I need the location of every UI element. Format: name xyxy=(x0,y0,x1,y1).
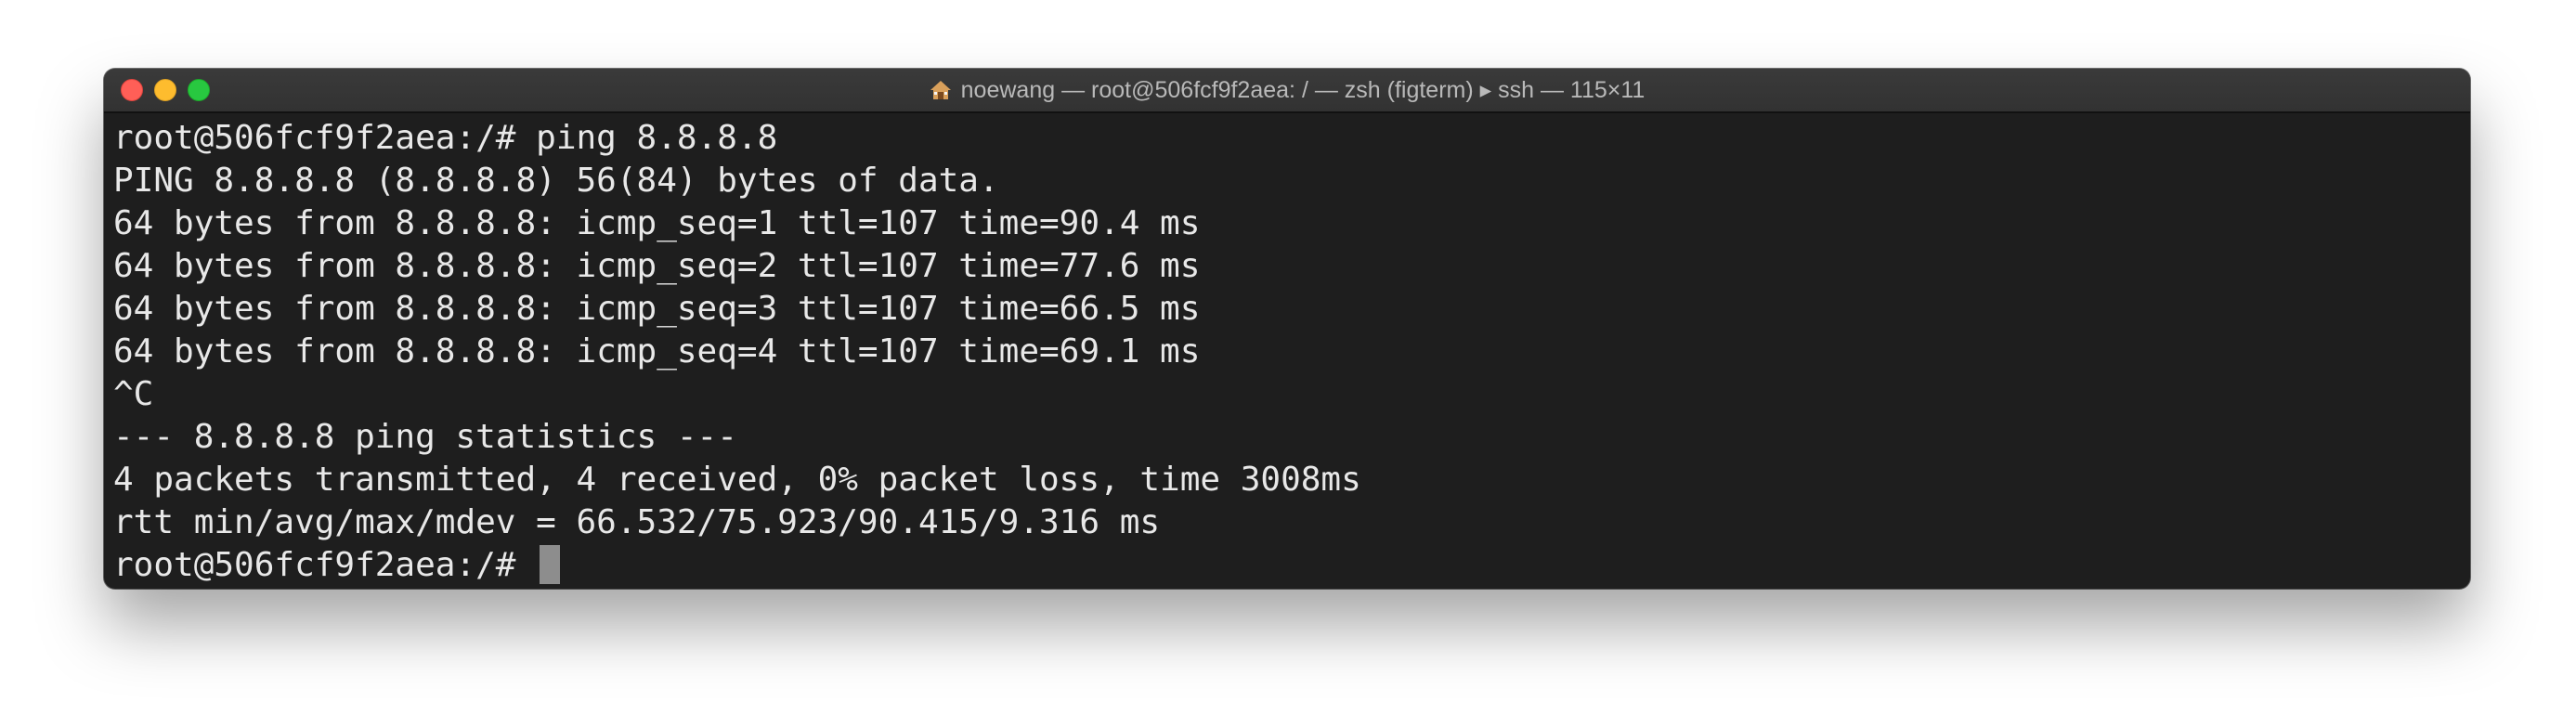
prompt-line[interactable]: root@506fcf9f2aea:/# xyxy=(113,544,2461,587)
prompt-text: root@506fcf9f2aea:/# xyxy=(113,546,537,584)
terminal-output[interactable]: root@506fcf9f2aea:/# ping 8.8.8.8 PING 8… xyxy=(113,117,2461,589)
terminal-line: ^C xyxy=(113,375,154,413)
terminal-line: 64 bytes from 8.8.8.8: icmp_seq=3 ttl=10… xyxy=(113,290,1201,328)
terminal-window: noewang — root@506fcf9f2aea: / — zsh (fi… xyxy=(104,69,2470,589)
home-icon xyxy=(930,79,952,101)
terminal-line: rtt min/avg/max/mdev = 66.532/75.923/90.… xyxy=(113,503,1161,541)
window-title: noewang — root@506fcf9f2aea: / — zsh (fi… xyxy=(104,69,2470,111)
terminal-line: 4 packets transmitted, 4 received, 0% pa… xyxy=(113,461,1361,499)
title-bar[interactable]: noewang — root@506fcf9f2aea: / — zsh (fi… xyxy=(104,69,2470,113)
terminal-line: --- 8.8.8.8 ping statistics --- xyxy=(113,418,737,456)
terminal-line: root@506fcf9f2aea:/# ping 8.8.8.8 xyxy=(113,119,778,157)
terminal-line: 64 bytes from 8.8.8.8: icmp_seq=2 ttl=10… xyxy=(113,247,1201,285)
terminal-line: 64 bytes from 8.8.8.8: icmp_seq=4 ttl=10… xyxy=(113,332,1201,370)
terminal-line: 64 bytes from 8.8.8.8: icmp_seq=1 ttl=10… xyxy=(113,204,1201,242)
window-title-text: noewang — root@506fcf9f2aea: / — zsh (fi… xyxy=(960,77,1646,103)
terminal-line: PING 8.8.8.8 (8.8.8.8) 56(84) bytes of d… xyxy=(113,162,999,200)
text-cursor xyxy=(540,545,561,584)
